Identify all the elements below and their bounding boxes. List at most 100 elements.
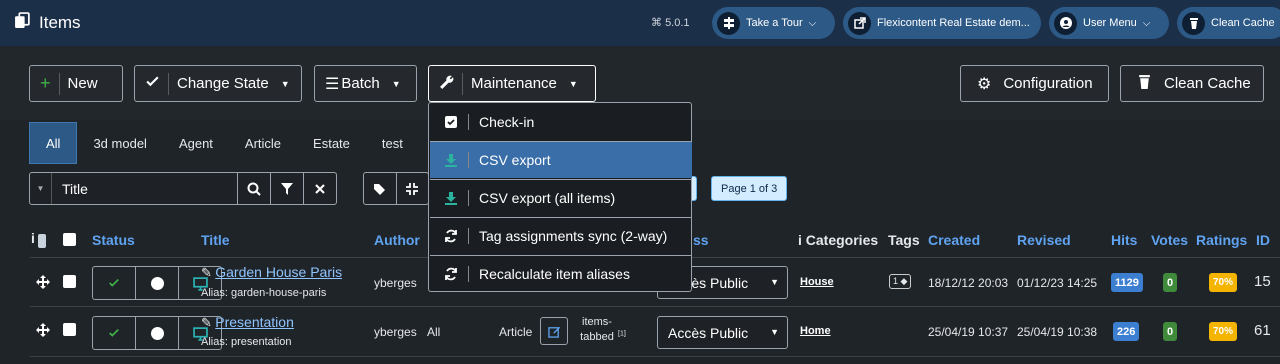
- chevron-down-icon: ⌵: [1142, 17, 1151, 29]
- user-icon: [1054, 11, 1077, 35]
- featured-button[interactable]: [135, 317, 178, 349]
- filter-field-dropdown[interactable]: ▼: [30, 173, 52, 204]
- header-ratings[interactable]: Ratings: [1196, 232, 1247, 248]
- created-date: 25/04/19 10:37: [928, 325, 1009, 339]
- header-created[interactable]: Created: [928, 232, 980, 248]
- filter-button[interactable]: [270, 173, 303, 204]
- header-title[interactable]: Title: [201, 232, 230, 248]
- item-alias: Alias: garden-house-paris: [201, 287, 327, 299]
- category-link[interactable]: House: [800, 276, 834, 288]
- maintenance-label: Maintenance: [471, 75, 557, 92]
- search-button[interactable]: [237, 173, 270, 204]
- column-toggle-icon[interactable]: [38, 234, 46, 248]
- clean-cache-button[interactable]: Clean Cache: [1120, 65, 1264, 102]
- tab-all[interactable]: All: [29, 122, 78, 164]
- search-icon: [247, 182, 261, 196]
- menu-item-recalculate-aliases[interactable]: Recalculate item aliases: [430, 255, 692, 292]
- edit-icon[interactable]: ✎: [201, 315, 212, 330]
- divider: [58, 72, 60, 95]
- clean-cache-label: Clean Cache: [1164, 75, 1251, 92]
- items-icon: [14, 12, 31, 34]
- header-revised[interactable]: Revised: [1017, 232, 1071, 248]
- configuration-button[interactable]: ⚙ Configuration: [960, 65, 1109, 102]
- header-categories: i Categories: [798, 232, 878, 248]
- chevron-down-icon: ▼: [770, 327, 779, 337]
- trash-icon: [1137, 74, 1152, 93]
- author-cell: yberges: [374, 276, 417, 290]
- type-cell: Article: [499, 325, 533, 339]
- caret-down-icon: ▼: [391, 78, 401, 89]
- info-icon[interactable]: i: [31, 230, 35, 246]
- menu-item-label: Recalculate item aliases: [479, 266, 630, 282]
- tab-agent[interactable]: Agent: [163, 122, 229, 164]
- check-icon: [109, 328, 119, 337]
- maintenance-button[interactable]: Maintenance ▼: [428, 65, 596, 102]
- menu-item-check-in[interactable]: Check-in: [430, 103, 692, 140]
- tab-estate[interactable]: Estate: [297, 122, 366, 164]
- item-id: 61: [1254, 322, 1271, 339]
- caret-down-icon: ▼: [568, 78, 578, 89]
- divider: [462, 72, 463, 95]
- drag-handle-icon[interactable]: [36, 323, 50, 337]
- edit-layout-button[interactable]: [540, 317, 568, 345]
- menu-item-csv-export-all[interactable]: CSV export (all items): [430, 179, 692, 216]
- clean-cache-header-button[interactable]: Clean Cache: [1177, 7, 1280, 39]
- tab-test[interactable]: test: [366, 122, 419, 164]
- clear-button[interactable]: [303, 173, 336, 204]
- sync-icon: [445, 267, 457, 281]
- user-menu-label: User Menu: [1083, 17, 1137, 29]
- funnel-icon: [281, 182, 293, 195]
- created-date: 18/12/12 20:03: [928, 276, 1009, 290]
- circle-icon: [150, 326, 164, 340]
- author-cell: yberges: [374, 325, 417, 339]
- menu-item-label: CSV export: [479, 152, 551, 168]
- header-id[interactable]: ID: [1256, 232, 1270, 248]
- votes-badge: 0: [1163, 322, 1177, 341]
- edit-icon[interactable]: ✎: [201, 265, 212, 280]
- header-access[interactable]: ss: [693, 232, 709, 248]
- clean-cache-header-label: Clean Cache: [1211, 17, 1275, 29]
- site-link-button[interactable]: Flexicontent Real Estate dem...: [843, 7, 1041, 39]
- tags-button[interactable]: [364, 173, 396, 204]
- header-author[interactable]: Author: [374, 232, 420, 248]
- type-tabs: All 3d model Agent Article Estate test: [29, 122, 419, 164]
- category-link[interactable]: Home: [800, 325, 831, 337]
- item-title-link[interactable]: Presentation: [215, 314, 294, 330]
- layout-count: [1]: [618, 330, 626, 338]
- header-tags: Tags: [888, 232, 920, 248]
- batch-button[interactable]: ☰ Batch ▼: [314, 65, 417, 102]
- menu-item-label: CSV export (all items): [479, 190, 616, 206]
- tags-badge: 1 ◆: [889, 274, 912, 289]
- change-state-button[interactable]: Change State ▼: [134, 65, 302, 102]
- header-votes[interactable]: Votes: [1151, 232, 1188, 248]
- tab-article[interactable]: Article: [229, 122, 297, 164]
- row-checkbox[interactable]: [63, 323, 76, 336]
- search-input[interactable]: Title: [52, 181, 237, 197]
- take-a-tour-button[interactable]: Take a Tour ⌵: [712, 7, 835, 39]
- item-title-link[interactable]: Garden House Paris: [215, 264, 342, 280]
- close-icon: [315, 183, 325, 194]
- tab-3d-model[interactable]: 3d model: [77, 122, 162, 164]
- menu-item-label: Tag assignments sync (2-way): [479, 228, 668, 244]
- published-button[interactable]: [93, 317, 135, 349]
- select-all-checkbox[interactable]: [63, 233, 76, 246]
- featured-button[interactable]: [135, 267, 178, 299]
- divider: [468, 266, 469, 282]
- drag-handle-icon[interactable]: [36, 275, 50, 289]
- menu-item-tag-sync[interactable]: Tag assignments sync (2-way): [430, 217, 692, 254]
- maintenance-menu: Check-in CSV export CSV export (all item…: [428, 102, 692, 292]
- access-select[interactable]: Accès Public ▼: [657, 316, 788, 349]
- published-button[interactable]: [93, 267, 135, 299]
- row-checkbox[interactable]: [63, 275, 76, 288]
- new-button[interactable]: + New: [29, 65, 123, 102]
- circle-icon: [150, 276, 164, 290]
- collapse-button[interactable]: [395, 173, 429, 204]
- revised-date: 01/12/23 14:25: [1017, 276, 1098, 290]
- header-hits[interactable]: Hits: [1111, 232, 1137, 248]
- external-link-icon: [848, 11, 871, 35]
- menu-item-csv-export[interactable]: CSV export: [430, 141, 692, 178]
- header-status[interactable]: Status: [92, 232, 135, 248]
- tag-filter-group: [363, 172, 429, 205]
- item-id: 15: [1254, 273, 1271, 290]
- user-menu-button[interactable]: User Menu ⌵: [1049, 7, 1169, 39]
